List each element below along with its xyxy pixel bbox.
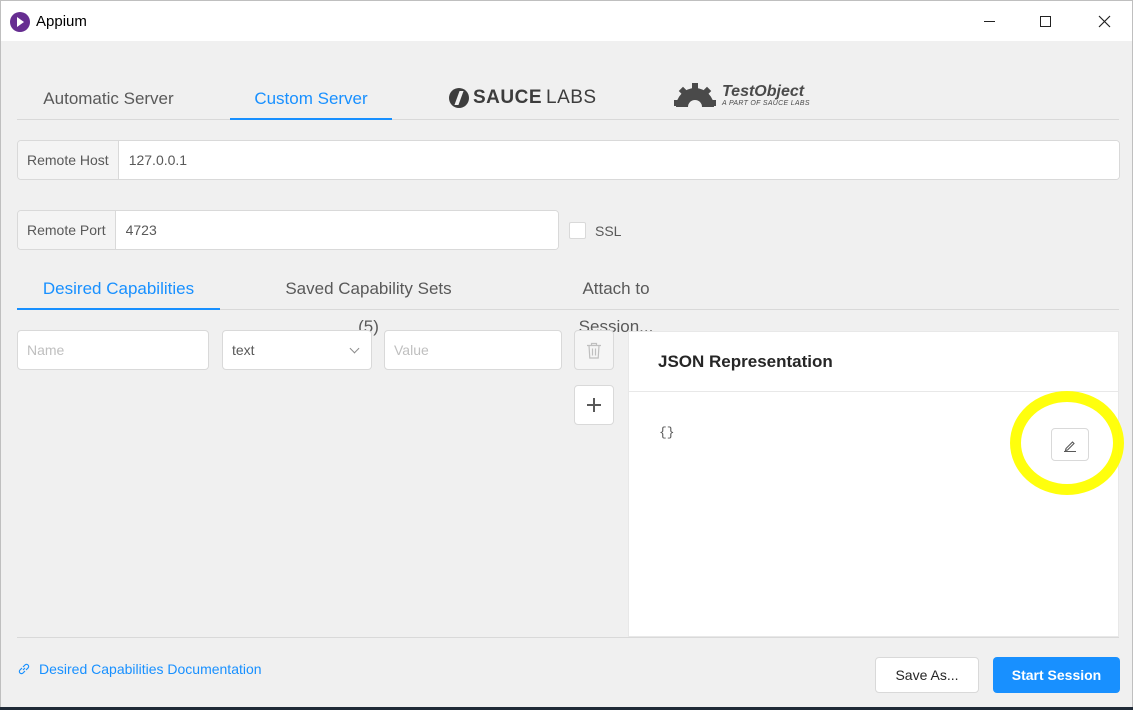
capability-type-value: text <box>232 342 255 358</box>
testobject-title: TestObject <box>722 82 805 100</box>
tab-custom-server[interactable]: Custom Server <box>230 79 392 120</box>
tab-attach-to-session[interactable]: Attach to Session... <box>543 270 689 336</box>
remote-port-label: Remote Port <box>18 211 116 249</box>
capability-value-input[interactable] <box>384 330 562 370</box>
tab-sauce-labs[interactable]: SAUCE LABS <box>449 87 597 109</box>
start-session-button[interactable]: Start Session <box>993 657 1120 693</box>
close-button[interactable] <box>1081 1 1127 41</box>
json-content: {} <box>659 425 675 440</box>
yellow-highlight-circle <box>1010 391 1124 495</box>
remote-host-label: Remote Host <box>18 141 119 179</box>
json-panel-title: JSON Representation <box>629 332 1118 392</box>
appium-logo-icon <box>10 12 30 32</box>
tab-desired-capabilities[interactable]: Desired Capabilities <box>17 270 220 310</box>
footer: Desired Capabilities Documentation Save … <box>17 637 1120 709</box>
remote-host-input[interactable] <box>118 141 1119 179</box>
remote-port-group: Remote Port <box>17 210 559 250</box>
chevron-down-icon <box>349 343 360 353</box>
main-panel: Automatic Server Custom Server SAUCE LABS… <box>0 41 1133 710</box>
close-icon <box>1098 15 1110 27</box>
gear-icon <box>674 83 716 107</box>
minimize-button[interactable] <box>966 1 1012 41</box>
docs-link[interactable]: Desired Capabilities Documentation <box>17 661 262 677</box>
save-as-button[interactable]: Save As... <box>875 657 979 693</box>
sauce-labs-label-left: SAUCE <box>473 87 543 108</box>
trash-icon <box>587 342 601 359</box>
remote-port-input[interactable] <box>115 211 558 249</box>
maximize-icon <box>1039 15 1051 27</box>
testobject-subtitle: A PART OF SAUCE LABS <box>722 99 810 107</box>
link-icon <box>18 663 30 675</box>
maximize-button[interactable] <box>1022 1 1068 41</box>
remote-host-group: Remote Host <box>17 140 1120 180</box>
ssl-label: SSL <box>595 222 622 239</box>
capability-type-select[interactable]: text <box>222 330 372 370</box>
sauce-labs-label-right: LABS <box>546 87 597 108</box>
tab-testobject[interactable]: TestObject A PART OF SAUCE LABS <box>674 83 810 107</box>
capability-name-input[interactable] <box>17 330 209 370</box>
ssl-checkbox[interactable] <box>569 222 586 239</box>
testobject-wordmark: TestObject A PART OF SAUCE LABS <box>722 82 810 107</box>
capability-tabs: Desired Capabilities Saved Capability Se… <box>17 270 1119 336</box>
server-tabs: Automatic Server Custom Server SAUCE LABS… <box>17 79 1119 120</box>
tab-saved-capability-sets[interactable]: Saved Capability Sets (5) <box>274 270 463 336</box>
add-capability-button[interactable] <box>574 385 614 425</box>
delete-capability-button[interactable] <box>574 330 614 370</box>
title-bar: Appium <box>0 0 1133 41</box>
window-title: Appium <box>36 13 87 30</box>
plus-icon <box>587 398 601 412</box>
minimize-icon <box>983 20 995 22</box>
sauce-labs-logo-icon <box>449 88 469 108</box>
ssl-option[interactable]: SSL <box>569 222 621 239</box>
docs-link-label: Desired Capabilities Documentation <box>39 661 262 677</box>
tab-automatic-server[interactable]: Automatic Server <box>17 79 200 120</box>
